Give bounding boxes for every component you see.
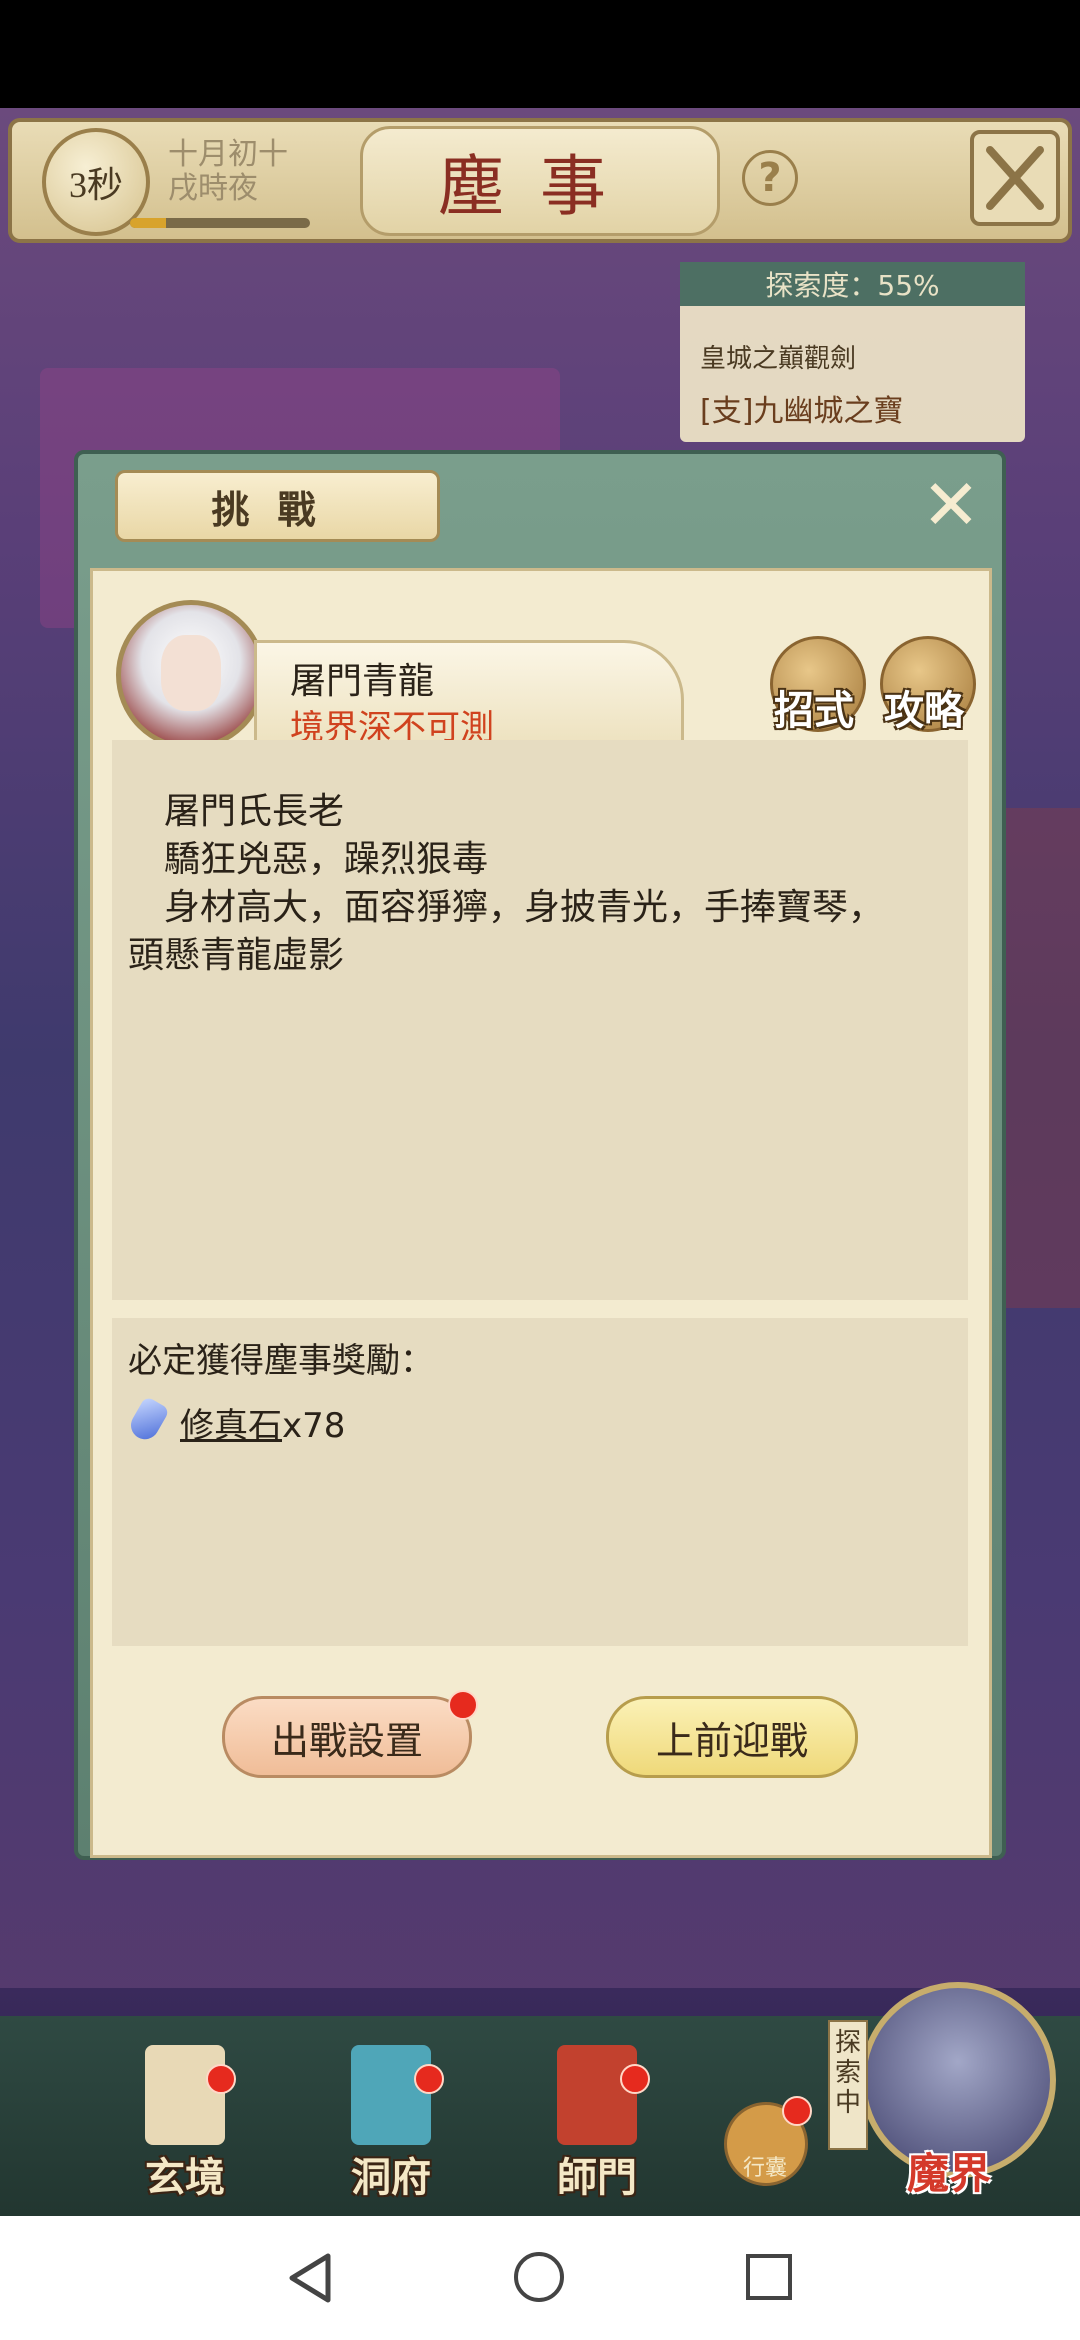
notification-dot [620, 2064, 650, 2094]
nav-label: 玄境 [145, 2154, 225, 2201]
guide-label: 攻略 [884, 687, 964, 734]
battle-setup-button[interactable]: 出戰設置 [222, 1696, 472, 1778]
boss-avatar [116, 600, 266, 750]
notification-dot [782, 2096, 812, 2126]
close-icon[interactable] [970, 130, 1060, 226]
fight-button[interactable]: 上前迎戰 [606, 1696, 858, 1778]
close-x-glyph [986, 146, 1044, 210]
page-title: 塵事 [360, 126, 720, 236]
explore-task-1[interactable]: 皇城之巔觀劍 [700, 338, 856, 375]
modal-close-icon[interactable]: ✕ [916, 470, 986, 540]
reward-item[interactable]: 修真石x78 [180, 1398, 345, 1447]
home-icon[interactable] [514, 2252, 564, 2302]
nav-item-dongfu[interactable]: 洞府 [316, 2045, 466, 2205]
recent-apps-icon[interactable] [746, 2254, 792, 2300]
exploring-tag: 探索中 [828, 2020, 868, 2150]
boss-face [161, 635, 221, 711]
nav-label: 洞府 [351, 2154, 431, 2201]
reward-label: 必定獲得塵事獎勵： [128, 1341, 434, 1381]
sect-gate-icon [557, 2045, 637, 2145]
game-date: 十月初十 戌時夜 [168, 138, 328, 206]
time-progress-bar [130, 218, 310, 228]
notification-dot [414, 2064, 444, 2094]
screen: 3秒 十月初十 戌時夜 塵事 ? 探索度：55% 皇城之巔觀劍 [支]九幽城之寶… [0, 0, 1080, 2340]
explore-task-2[interactable]: [支]九幽城之寶 [700, 386, 903, 430]
time-progress-fill [130, 218, 166, 228]
notification-dot [206, 2064, 236, 2094]
bag-label: 行囊 [742, 2156, 787, 2181]
explore-progress: 探索度：55% [680, 262, 1025, 306]
scroll-icon [145, 2045, 225, 2145]
back-icon[interactable] [280, 2248, 340, 2308]
boss-description: 屠門氏長老 驕狂兇惡，躁烈狠毒 身材高大，面容猙獰，身披青光，手捧寶琴， 頭懸青… [128, 788, 948, 980]
notification-dot [448, 1690, 478, 1720]
modal-title: 挑戰 [115, 470, 440, 542]
moves-label: 招式 [774, 687, 854, 734]
status-bar [0, 0, 1080, 108]
pavilion-icon [351, 2045, 431, 2145]
date-line2: 戌時夜 [168, 172, 258, 205]
description-line: 屠門氏長老 [164, 791, 345, 832]
demon-realm-label: 魔界 [906, 2149, 991, 2198]
date-line1: 十月初十 [168, 138, 288, 171]
boss-name: 屠門青龍 [290, 661, 435, 702]
nav-label: 師門 [557, 2154, 637, 2201]
description-line: 身材高大，面容猙獰，身披青光，手捧寶琴， [164, 887, 885, 928]
nav-item-shimen[interactable]: 師門 [522, 2045, 672, 2205]
description-line: 驕狂兇惡，躁烈狠毒 [164, 839, 489, 880]
reward-item-name[interactable]: 修真石 [180, 1406, 282, 1446]
description-line: 頭懸青龍虛影 [128, 935, 345, 976]
reward-item-qty: x78 [282, 1406, 346, 1446]
question-icon[interactable]: ? [742, 150, 798, 206]
nav-item-xuanjing[interactable]: 玄境 [110, 2045, 260, 2205]
